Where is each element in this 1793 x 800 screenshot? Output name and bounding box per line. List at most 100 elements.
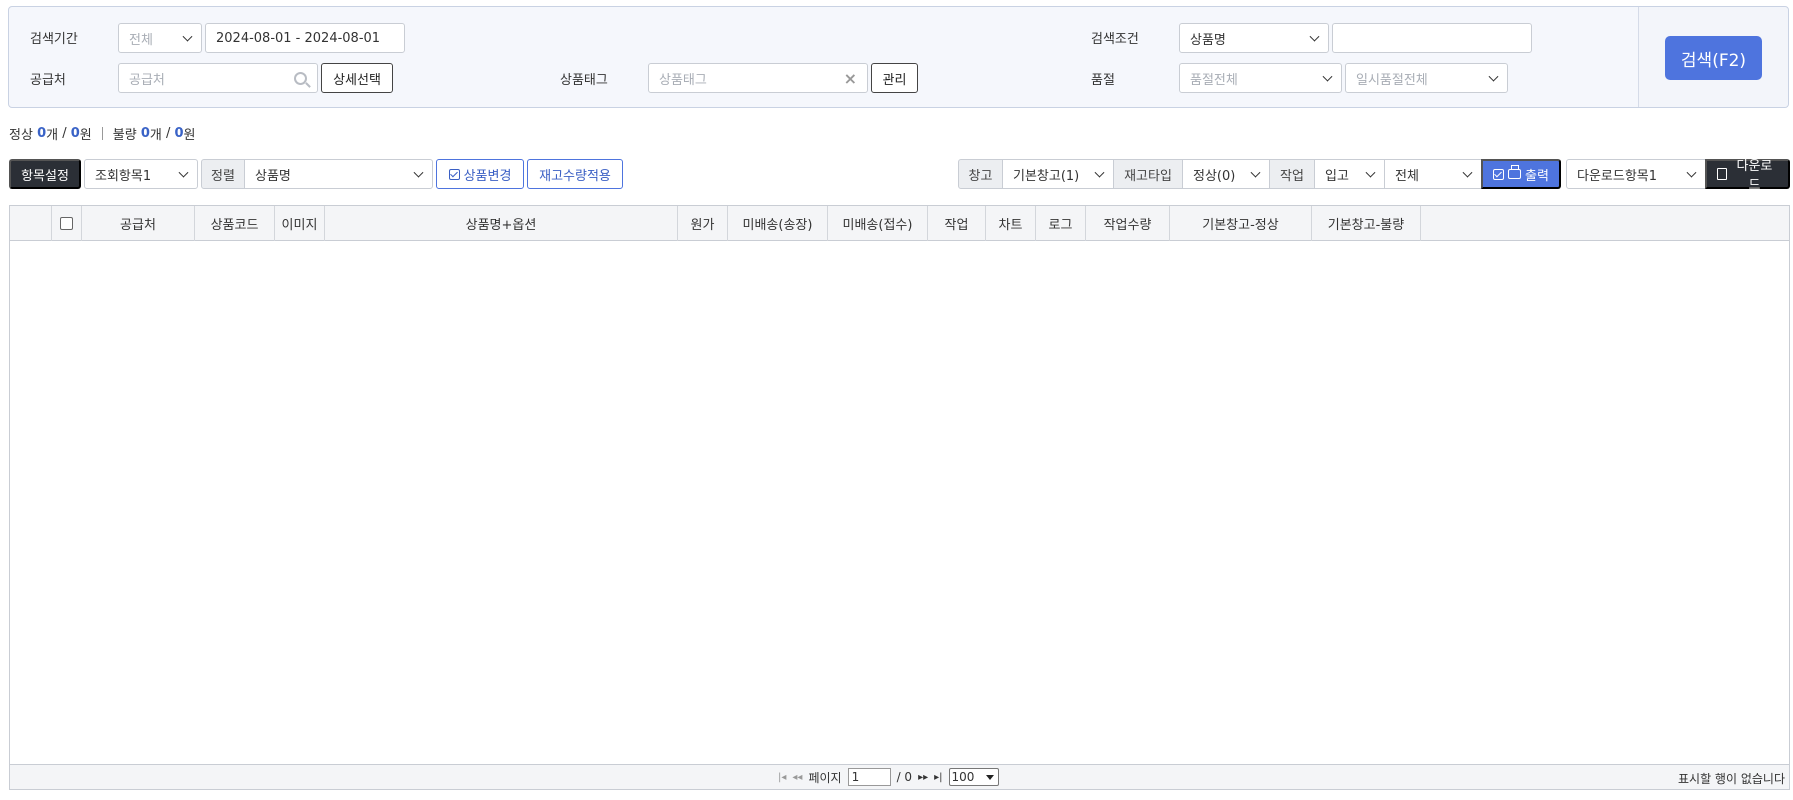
download-items-select[interactable]: 다운로드항목1 <box>1566 159 1706 189</box>
chevron-down-icon <box>1322 71 1333 82</box>
column-header[interactable]: 작업수량 <box>1086 206 1170 241</box>
printer-icon <box>1508 165 1522 179</box>
chevron-down-icon <box>178 167 189 178</box>
column-header[interactable]: 원가 <box>678 206 728 241</box>
divider <box>101 127 103 140</box>
work-value: 입고 <box>1325 168 1349 184</box>
search-button[interactable]: 검색(F2) <box>1665 36 1762 80</box>
defect-label: 불량 <box>112 128 137 143</box>
unit-count: 개 <box>149 128 162 143</box>
unit-won: 원 <box>183 128 196 143</box>
soldout-value: 품절전체 <box>1190 72 1238 88</box>
column-settings-button[interactable]: 항목설정 <box>9 159 81 189</box>
supplier-label: 공급처 <box>30 73 66 88</box>
warehouse-value: 기본창고(1) <box>1013 168 1080 184</box>
column-header[interactable]: 미배송(접수) <box>828 206 928 241</box>
search-panel: 검색기간 전체 2024-08-01 - 2024-08-01 공급처 공급처 … <box>8 6 1789 108</box>
prev-page-icon[interactable]: ◂◂ <box>792 772 802 783</box>
chevron-down-icon <box>413 167 424 178</box>
last-page-icon[interactable]: ▸| <box>934 772 942 783</box>
pager: |◂ ◂◂ 페이지 1 / 0 ▸▸ ▸| 100 <box>778 768 999 786</box>
download-button[interactable]: 다운로드 <box>1705 158 1790 192</box>
sort-select[interactable]: 상품명 <box>244 159 433 189</box>
grid-footer: |◂ ◂◂ 페이지 1 / 0 ▸▸ ▸| 100 표시할 행이 없습니다 <box>10 764 1789 789</box>
unit-won: 원 <box>79 128 92 143</box>
row-number-header <box>10 206 52 241</box>
slash: / <box>161 126 175 141</box>
normal-label: 정상 <box>9 128 33 143</box>
soldout-select[interactable]: 품절전체 <box>1179 63 1342 93</box>
stock-type-select[interactable]: 정상(0) <box>1182 159 1270 189</box>
normal-amount: 0 <box>70 126 80 141</box>
scope-value: 전체 <box>1395 168 1419 184</box>
detail-select-button[interactable]: 상세선택 <box>321 63 393 93</box>
product-change-button[interactable]: 상품변경 <box>436 159 524 189</box>
column-header[interactable]: 상품명+옵션 <box>325 206 678 241</box>
total-pages: / 0 <box>896 770 913 784</box>
sort-value: 상품명 <box>255 168 291 184</box>
file-icon <box>1717 168 1727 180</box>
print-button[interactable]: 출력 <box>1481 159 1561 189</box>
search-button-area: 검색(F2) <box>1638 7 1788 107</box>
view-items-select[interactable]: 조회항목1 <box>84 159 198 189</box>
slash: / <box>58 126 71 141</box>
column-header[interactable]: 로그 <box>1036 206 1086 241</box>
chevron-down-icon <box>1309 31 1320 42</box>
normal-count: 0 <box>37 126 47 141</box>
condition-text-input[interactable] <box>1332 23 1532 53</box>
clear-icon[interactable]: × <box>844 69 857 88</box>
page-size-value: 100 <box>951 770 975 784</box>
product-tag-label: 상품태그 <box>560 73 608 88</box>
next-page-icon[interactable]: ▸▸ <box>918 772 928 783</box>
column-header[interactable]: 기본창고-정상 <box>1170 206 1312 241</box>
stock-type-value: 정상(0) <box>1193 168 1236 184</box>
soldout-label: 품절 <box>1091 73 1115 88</box>
date-range-value: 2024-08-01 - 2024-08-01 <box>216 30 381 46</box>
scope-select[interactable]: 전체 <box>1384 159 1482 189</box>
unit-count: 개 <box>46 128 59 143</box>
page-input[interactable]: 1 <box>847 768 891 786</box>
period-type-select[interactable]: 전체 <box>118 23 202 53</box>
supplier-input[interactable]: 공급처 <box>118 63 318 93</box>
chevron-down-icon <box>1094 167 1105 178</box>
date-range-input[interactable]: 2024-08-01 - 2024-08-01 <box>205 23 405 53</box>
defect-amount: 0 <box>174 126 184 141</box>
product-tag-placeholder: 상품태그 <box>659 72 707 88</box>
period-label: 검색기간 <box>30 32 78 47</box>
condition-select[interactable]: 상품명 <box>1179 23 1329 53</box>
chevron-down-icon <box>1462 167 1473 178</box>
work-select[interactable]: 입고 <box>1314 159 1385 189</box>
column-header[interactable]: 기본창고-불량 <box>1312 206 1421 241</box>
stock-summary: 정상 0개 / 0원 불량 0개 / 0원 <box>9 124 196 143</box>
chevron-down-icon <box>1488 71 1499 82</box>
defect-count: 0 <box>140 126 150 141</box>
print-label: 출력 <box>1525 167 1549 183</box>
column-header[interactable]: 작업 <box>928 206 986 241</box>
select-all-cell <box>52 206 82 241</box>
column-header[interactable]: 상품코드 <box>195 206 275 241</box>
manage-button[interactable]: 관리 <box>871 63 918 93</box>
select-all-checkbox[interactable] <box>60 217 73 230</box>
empty-message: 표시할 행이 없습니다 <box>1678 772 1785 786</box>
warehouse-select[interactable]: 기본창고(1) <box>1002 159 1114 189</box>
stock-type-label: 재고타입 <box>1113 159 1183 189</box>
product-change-label: 상품변경 <box>463 167 512 183</box>
column-header[interactable]: 미배송(송장) <box>728 206 828 241</box>
page-size-select[interactable]: 100 <box>948 768 999 786</box>
temp-soldout-select[interactable]: 일시품절전체 <box>1345 63 1508 93</box>
column-header[interactable]: 공급처 <box>82 206 195 241</box>
product-tag-input[interactable]: 상품태그 × <box>648 63 868 93</box>
download-items-value: 다운로드항목1 <box>1577 168 1658 184</box>
grid-header: 공급처 상품코드 이미지 상품명+옵션 원가 미배송(송장) 미배송(접수) 작… <box>10 206 1789 241</box>
first-page-icon[interactable]: |◂ <box>778 772 786 783</box>
column-header[interactable]: 차트 <box>986 206 1036 241</box>
checkbox-icon <box>1493 168 1505 180</box>
warehouse-label: 창고 <box>958 159 1003 189</box>
dropdown-arrow-icon <box>985 775 994 780</box>
apply-stock-button[interactable]: 재고수량적용 <box>527 159 623 189</box>
sort-label: 정렬 <box>201 159 245 189</box>
search-icon[interactable] <box>294 72 307 85</box>
column-header[interactable]: 이미지 <box>275 206 325 241</box>
period-type-value: 전체 <box>129 32 153 48</box>
supplier-placeholder: 공급처 <box>129 72 165 88</box>
